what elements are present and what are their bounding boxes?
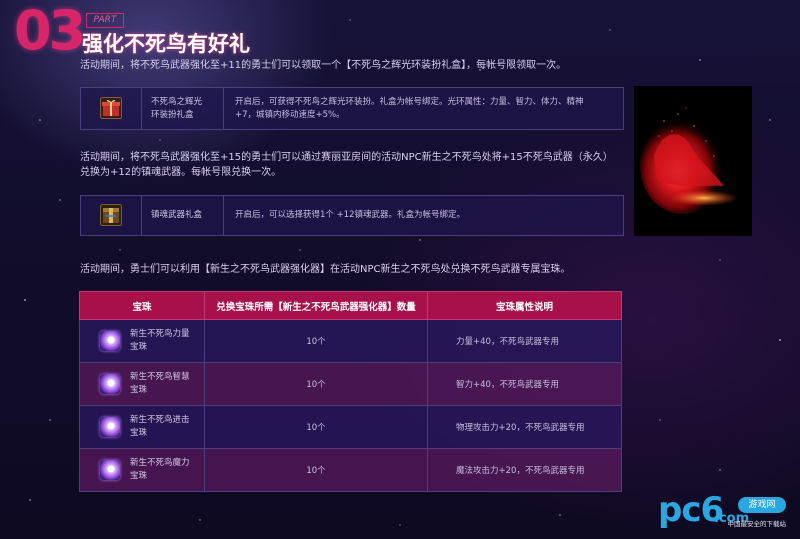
gem-name-line2: 宝珠 — [130, 428, 148, 438]
intelligence-gem-icon — [100, 374, 120, 394]
gem-name-line1: 新生不死鸟进击 — [130, 415, 190, 425]
part-label: PART — [86, 13, 124, 28]
section-title: 强化不死鸟有好礼 — [82, 32, 250, 56]
reward-name-line1: 不死鸟之辉光 — [151, 96, 203, 107]
description-cell: 魔法攻击力+20，不死鸟武器专用 — [427, 448, 622, 492]
gem-name-line2: 宝珠 — [130, 471, 148, 481]
reward-icon-cell — [81, 88, 142, 129]
gem-name-line2: 宝珠 — [130, 342, 148, 352]
gem-cell: 新生不死鸟力量 宝珠 — [79, 319, 205, 363]
intro-paragraph-2-line1: 活动期间，将不死鸟武器强化至+15的勇士们可以通过赛丽亚房间的活动NPC新生之不… — [80, 152, 613, 163]
gem-cell: 新生不死鸟魔力 宝珠 — [79, 448, 205, 492]
phoenix-aura-preview-image — [634, 86, 752, 236]
reward-name-cell: 不死鸟之辉光 环装扮礼盒 — [142, 88, 224, 129]
column-header-quantity: 兑换宝珠所需【新生之不死鸟武器强化器】数量 — [204, 291, 428, 320]
reward-description-cell: 开启后，可获得不死鸟之辉光环装扮。礼盒为帐号绑定。光环属性：力量、智力、体力、精… — [225, 88, 623, 129]
gift-box-icon — [100, 97, 122, 119]
weapon-box-icon — [100, 204, 122, 226]
phoenix-flame-illustration — [640, 107, 738, 214]
quantity-cell: 10个 — [204, 319, 428, 363]
reward-name-line2: 环装扮礼盒 — [151, 109, 194, 120]
reward-row-soul-weapon-box: 镇魂武器礼盒 开启后，可以选择获得1个 +12镇魂武器。礼盒为帐号绑定。 — [80, 195, 624, 236]
quantity-cell: 10个 — [204, 362, 428, 406]
magic-gem-icon — [100, 460, 120, 480]
strength-gem-icon — [100, 331, 120, 351]
gem-name-line2: 宝珠 — [130, 385, 148, 395]
quantity-cell: 10个 — [204, 405, 428, 449]
column-header-description: 宝珠属性说明 — [427, 291, 622, 320]
attack-gem-icon — [100, 417, 120, 437]
reward-icon-cell — [81, 196, 142, 235]
gem-name-line1: 新生不死鸟力量 — [130, 329, 190, 339]
section-number: 03 — [14, 0, 86, 62]
intro-paragraph-2-line2: 兑换为+12的镇魂武器。每帐号限兑换一次。 — [80, 167, 282, 178]
intro-paragraph-1: 活动期间，将不死鸟武器强化至+11的勇士们可以领取一个【不死鸟之辉光环装扮礼盒】… — [80, 60, 567, 71]
reward-name-cell: 镇魂武器礼盒 — [142, 196, 224, 235]
description-cell: 力量+40，不死鸟武器专用 — [427, 319, 622, 363]
reward-desc-line2: +7，城镇内移动速度+5%。 — [235, 109, 345, 120]
gem-exchange-table: 宝珠 兑换宝珠所需【新生之不死鸟武器强化器】数量 宝珠属性说明 新生不死鸟力量 … — [79, 291, 622, 492]
table-row: 新生不死鸟力量 宝珠 10个 力量+40，不死鸟武器专用 — [79, 319, 622, 363]
table-header-row: 宝珠 兑换宝珠所需【新生之不死鸟武器强化器】数量 宝珠属性说明 — [79, 291, 622, 320]
column-header-gem: 宝珠 — [79, 291, 205, 320]
gem-name-line1: 新生不死鸟魔力 — [130, 458, 190, 468]
intro-paragraph-3: 活动期间，勇士们可以利用【新生之不死鸟武器强化器】在活动NPC新生之不死鸟处兑换… — [80, 264, 571, 275]
gem-name-line1: 新生不死鸟智慧 — [130, 372, 190, 382]
gem-cell: 新生不死鸟智慧 宝珠 — [79, 362, 205, 406]
pc6-watermark-logo: pc6 游戏网 .com 中国最安全的下载站 — [656, 491, 786, 533]
reward-row-aura-box: 不死鸟之辉光 环装扮礼盒 开启后，可获得不死鸟之辉光环装扮。礼盒为帐号绑定。光环… — [80, 87, 624, 130]
description-cell: 物理攻击力+20，不死鸟武器专用 — [427, 405, 622, 449]
reward-description-cell: 开启后，可以选择获得1个 +12镇魂武器。礼盒为帐号绑定。 — [235, 210, 466, 220]
quantity-cell: 10个 — [204, 448, 428, 492]
table-row: 新生不死鸟智慧 宝珠 10个 智力+40，不死鸟武器专用 — [79, 362, 622, 406]
description-cell: 智力+40，不死鸟武器专用 — [427, 362, 622, 406]
gem-cell: 新生不死鸟进击 宝珠 — [79, 405, 205, 449]
table-row: 新生不死鸟进击 宝珠 10个 物理攻击力+20，不死鸟武器专用 — [79, 405, 622, 449]
reward-desc-line1: 开启后，可获得不死鸟之辉光环装扮。礼盒为帐号绑定。光环属性：力量、智力、体力、精… — [235, 96, 584, 107]
watermark-tagline: 中国最安全的下载站 — [727, 520, 787, 528]
table-row: 新生不死鸟魔力 宝珠 10个 魔法攻击力+20，不死鸟武器专用 — [79, 448, 622, 492]
